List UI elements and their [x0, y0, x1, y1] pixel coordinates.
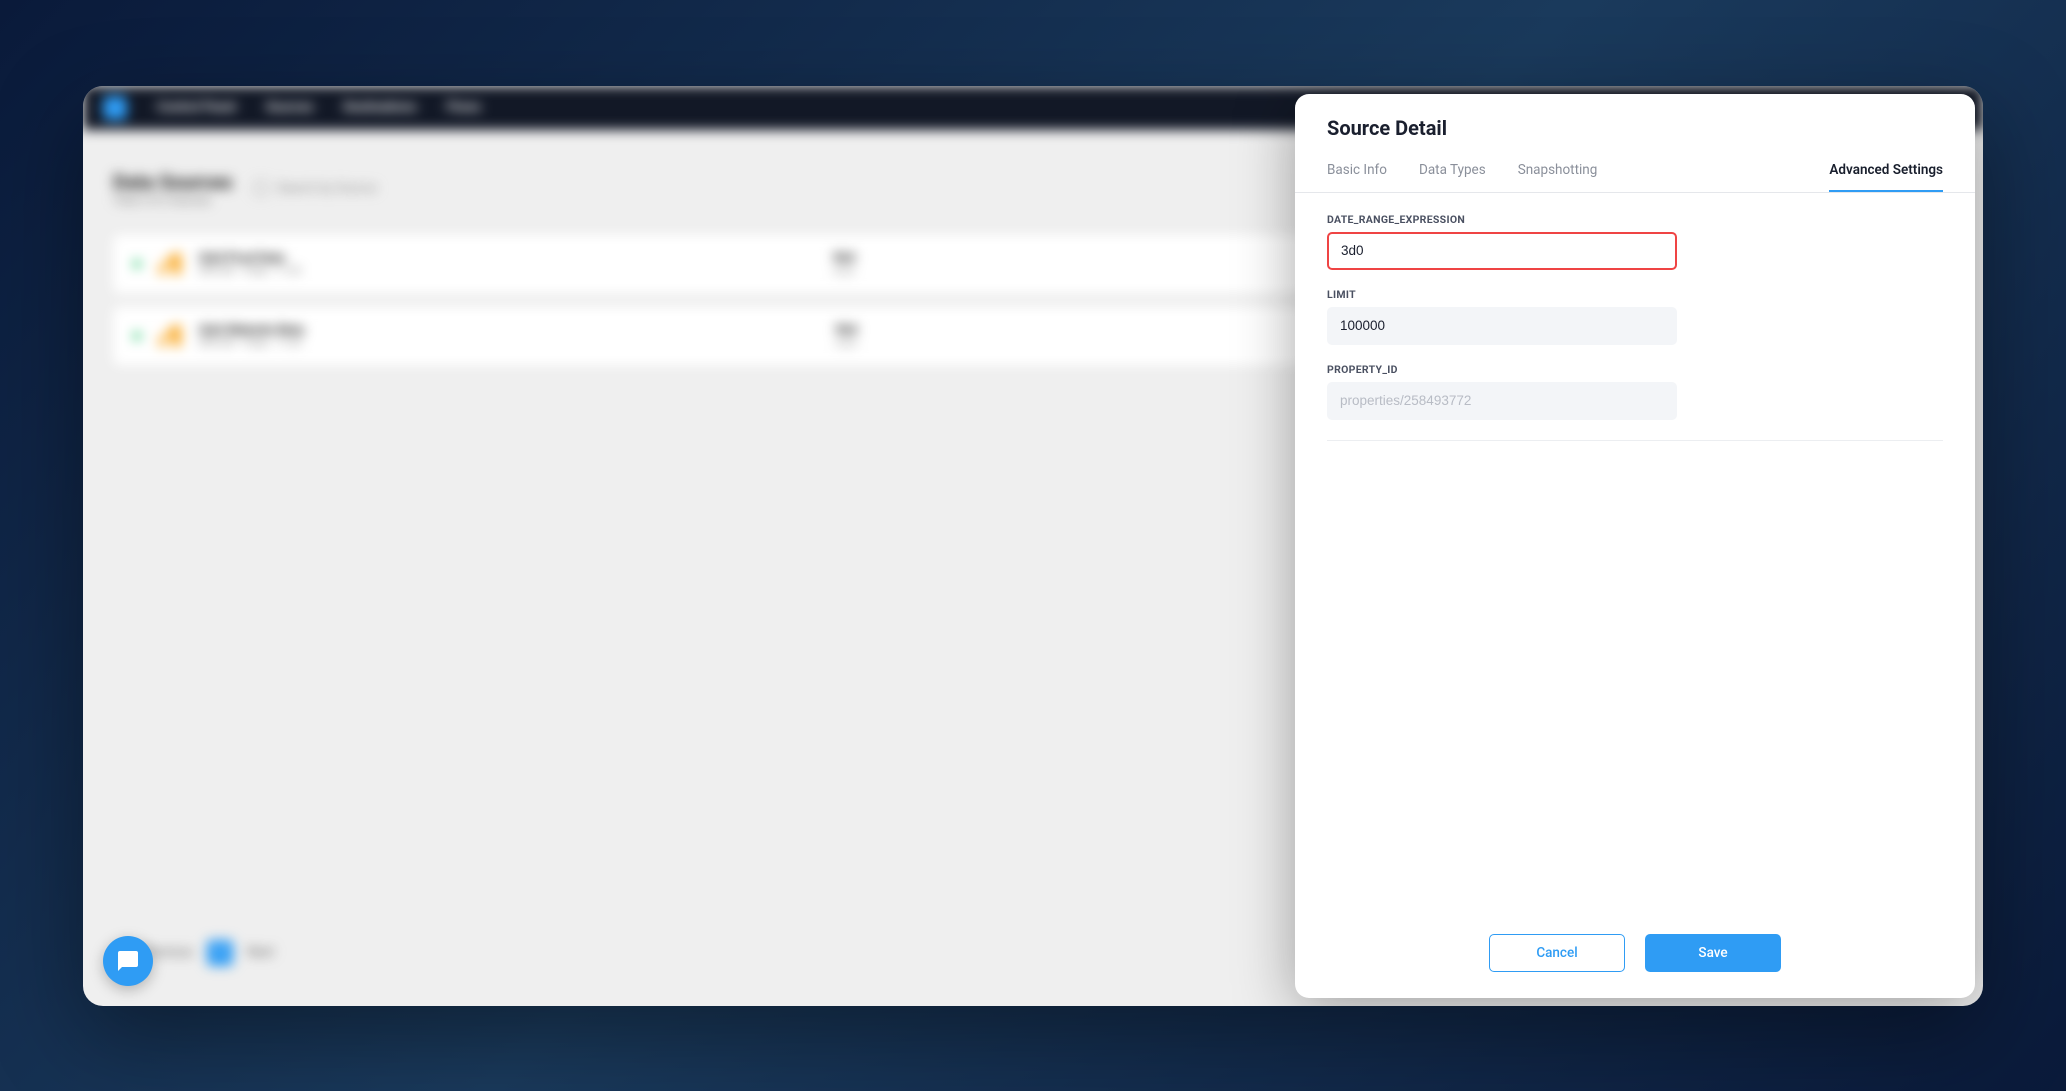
limit-label: LIMIT [1327, 288, 1943, 301]
row-metric: 964 rows [833, 251, 855, 277]
nav-item-flows[interactable]: Flows [447, 100, 481, 115]
pagination-next[interactable]: Next [247, 945, 274, 960]
field-limit: LIMIT [1327, 288, 1943, 345]
row-meta: ERP/DB · Today · 11:30 [199, 266, 301, 277]
row-text: GA4 Website Beta ERP/DB · Today · 11:30 [199, 323, 304, 349]
tab-advanced-settings[interactable]: Advanced Settings [1829, 162, 1943, 192]
search-icon [253, 180, 269, 196]
status-dot-icon [133, 260, 141, 268]
chat-icon [116, 949, 140, 973]
row-metric-value: 964 [835, 323, 857, 338]
limit-input[interactable] [1327, 307, 1677, 345]
tab-basic-info[interactable]: Basic Info [1327, 162, 1387, 192]
page-title: Data Sources [113, 170, 233, 194]
panel-footer: Cancel Save [1295, 916, 1975, 998]
panel-tabs: Basic Info Data Types Snapshotting Advan… [1295, 144, 1975, 193]
property-id-input[interactable] [1327, 382, 1677, 420]
row-name: GA4 Prod Data [199, 251, 301, 266]
panel-divider [1327, 440, 1943, 441]
panel-title: Source Detail [1327, 116, 1943, 140]
source-detail-panel: Source Detail Basic Info Data Types Snap… [1295, 94, 1975, 998]
pagination-page[interactable]: 1 [207, 940, 233, 966]
page-title-block: Data Sources Total 2 of 2 Sources [113, 170, 233, 207]
chat-fab[interactable] [103, 936, 153, 986]
page-subtitle: Total 2 of 2 Sources [113, 194, 233, 207]
row-metric-label: rows [835, 338, 857, 349]
status-dot-icon [133, 332, 141, 340]
app-logo-icon [103, 96, 127, 120]
google-analytics-icon [159, 253, 181, 275]
field-property-id: PROPERTY_ID [1327, 363, 1943, 420]
panel-body: DATE_RANGE_EXPRESSION LIMIT PROPERTY_ID [1295, 193, 1975, 916]
row-metric-label: rows [833, 266, 855, 277]
property-id-label: PROPERTY_ID [1327, 363, 1943, 376]
row-meta: ERP/DB · Today · 11:30 [199, 338, 304, 349]
save-button[interactable]: Save [1645, 934, 1781, 972]
nav-item-control-panel[interactable]: Control Panel [157, 100, 236, 115]
nav-item-destinations[interactable]: Destinations [343, 100, 416, 115]
search-placeholder: Search by Source [277, 181, 377, 196]
row-text: GA4 Prod Data ERP/DB · Today · 11:30 [199, 251, 301, 277]
row-name: GA4 Website Beta [199, 323, 304, 338]
tab-data-types[interactable]: Data Types [1419, 162, 1486, 192]
cancel-button[interactable]: Cancel [1489, 934, 1625, 972]
search-input[interactable]: Search by Source [253, 180, 377, 196]
date-range-input[interactable] [1327, 232, 1677, 270]
panel-header: Source Detail [1295, 94, 1975, 144]
app-frame: Control Panel Sources Destinations Flows… [83, 86, 1983, 1006]
row-metric-value: 964 [833, 251, 855, 266]
row-metric: 964 rows [835, 323, 857, 349]
pagination: Previous 1 Next [143, 940, 274, 966]
google-analytics-icon [159, 325, 181, 347]
tab-snapshotting[interactable]: Snapshotting [1518, 162, 1598, 192]
field-date-range: DATE_RANGE_EXPRESSION [1327, 213, 1943, 270]
date-range-label: DATE_RANGE_EXPRESSION [1327, 213, 1943, 226]
nav-item-sources[interactable]: Sources [266, 100, 314, 115]
